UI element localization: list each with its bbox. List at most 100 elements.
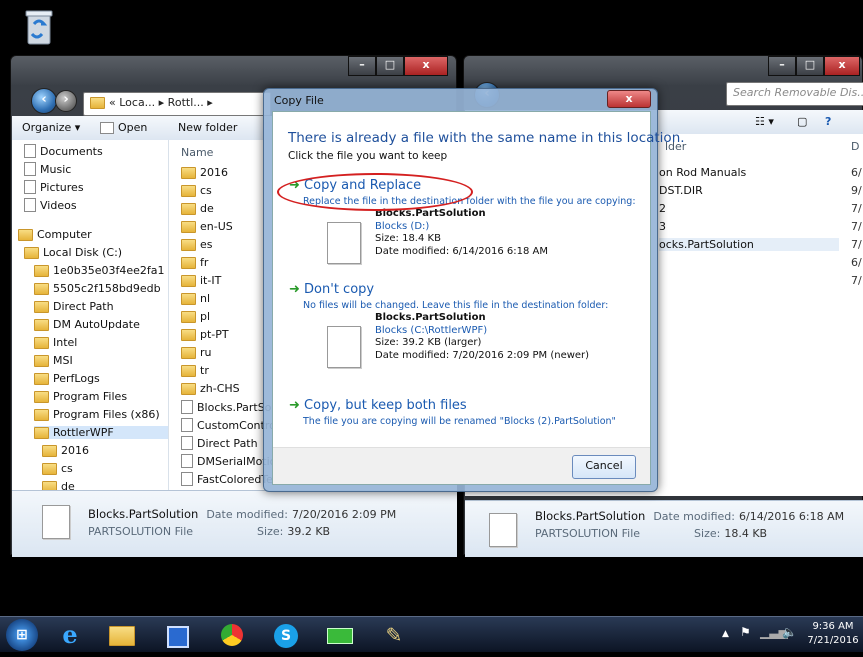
new-folder-button[interactable]: New folder: [178, 121, 237, 134]
nav-item[interactable]: cs: [42, 462, 73, 475]
list-item-label: ocks.PartSolution: [659, 238, 754, 251]
address-bar[interactable]: « Loca... ▸ Rottl... ▸: [83, 92, 271, 116]
help-icon[interactable]: ?: [825, 115, 831, 128]
list-item-label: tr: [200, 364, 209, 377]
nav-item-label: Pictures: [40, 180, 84, 194]
list-item[interactable]: es: [181, 238, 213, 251]
nav-item[interactable]: de: [42, 480, 75, 490]
list-item[interactable]: zh-CHS: [181, 382, 240, 395]
dont-copy-option[interactable]: ➜ Don't copy No files will be changed. L…: [289, 278, 639, 378]
list-item[interactable]: pt-PT: [181, 328, 229, 341]
list-item-label: DST.DIR: [659, 184, 703, 197]
close-button[interactable]: x: [824, 56, 860, 76]
back-button[interactable]: ‹: [31, 88, 57, 114]
keep-both-option[interactable]: ➜ Copy, but keep both files The file you…: [289, 394, 639, 434]
paint-icon[interactable]: ✎: [374, 621, 414, 649]
list-item[interactable]: FastColoredTe: [181, 472, 273, 486]
list-item[interactable]: ru: [181, 346, 212, 359]
chrome-icon[interactable]: [212, 621, 252, 649]
option2-modified: Date modified: 7/20/2016 2:09 PM (newer): [375, 349, 590, 361]
list-item[interactable]: DST.DIR: [659, 184, 703, 197]
cancel-button[interactable]: Cancel: [572, 455, 636, 479]
nav-item[interactable]: PerfLogs: [34, 372, 100, 385]
dialog-close-button[interactable]: x: [607, 90, 651, 108]
folder-icon: [34, 372, 49, 385]
organize-button[interactable]: Organize ▾: [22, 121, 80, 134]
list-item[interactable]: de: [181, 202, 214, 215]
action-center-icon[interactable]: ⚑: [740, 625, 751, 639]
nav-item[interactable]: Computer: [18, 228, 92, 241]
keep-both-title: Copy, but keep both files: [304, 398, 467, 413]
nav-item[interactable]: Music: [24, 162, 71, 176]
list-item[interactable]: en-US: [181, 220, 233, 233]
list-item[interactable]: ocks.PartSolution: [659, 238, 839, 251]
column-header-name[interactable]: Name: [181, 146, 213, 159]
maximize-button[interactable]: □: [376, 56, 404, 76]
list-item[interactable]: it-IT: [181, 274, 221, 287]
nav-item[interactable]: 5505c2f158bd9edb: [34, 282, 161, 295]
search-box[interactable]: Search Removable Dis...: [726, 82, 863, 106]
file-icon: [181, 418, 193, 432]
nav-item[interactable]: Videos: [24, 198, 77, 212]
close-button[interactable]: x: [404, 56, 448, 76]
dialog-app-icon[interactable]: [158, 621, 198, 649]
nav-item[interactable]: Intel: [34, 336, 77, 349]
details-file-type: PARTSOLUTION File: [88, 525, 194, 538]
window-controls: – □ x: [768, 56, 860, 76]
internet-explorer-icon[interactable]: e: [50, 621, 90, 649]
view-options-icon[interactable]: ☷ ▾: [755, 115, 774, 128]
option1-modified: Date modified: 6/14/2016 6:18 AM: [375, 245, 548, 257]
clock[interactable]: 9:36 AM 7/21/2016: [806, 620, 860, 648]
file-explorer-icon[interactable]: [102, 621, 142, 649]
file-icon: [181, 454, 193, 468]
date-cell: 7/: [851, 202, 862, 215]
list-item[interactable]: 2: [659, 202, 666, 215]
list-item[interactable]: Direct Path: [181, 436, 258, 450]
list-item[interactable]: pl: [181, 310, 210, 323]
minimize-button[interactable]: –: [348, 56, 376, 76]
nav-item[interactable]: Documents: [24, 144, 103, 158]
nav-item[interactable]: Local Disk (C:): [24, 246, 122, 259]
forward-button[interactable]: ›: [55, 90, 77, 112]
nav-item[interactable]: Pictures: [24, 180, 84, 194]
nav-item[interactable]: 1e0b35e03f4ee2fa1: [34, 264, 165, 277]
network-app-icon[interactable]: [320, 621, 360, 649]
list-item[interactable]: 2016: [181, 166, 228, 179]
list-item[interactable]: fr: [181, 256, 208, 269]
list-item[interactable]: tr: [181, 364, 209, 377]
start-button-icon[interactable]: ⊞: [6, 619, 38, 651]
folder-icon: [181, 238, 196, 251]
list-item-label: Direct Path: [197, 436, 258, 450]
volume-icon[interactable]: 🔈: [782, 625, 797, 639]
list-item-label: pt-PT: [200, 328, 229, 341]
show-hidden-icons-icon[interactable]: ▲: [722, 629, 729, 639]
folder-icon: [181, 256, 196, 269]
nav-item[interactable]: 2016: [42, 444, 89, 457]
nav-item[interactable]: Program Files (x86): [34, 408, 160, 421]
nav-item[interactable]: DM AutoUpdate: [34, 318, 140, 331]
details-modified-label: Date modified:: [653, 509, 735, 523]
minimize-button[interactable]: –: [768, 56, 796, 76]
column-header-date[interactable]: D: [851, 140, 859, 153]
folder-icon: [34, 426, 49, 439]
recycle-bin-icon[interactable]: [22, 8, 56, 48]
nav-item-label: Intel: [53, 336, 78, 349]
maximize-button[interactable]: □: [796, 56, 824, 76]
list-item-label: 2016: [200, 166, 228, 179]
nav-item[interactable]: Direct Path: [34, 300, 114, 313]
list-item[interactable]: CustomContro: [181, 418, 276, 432]
open-button[interactable]: Open: [100, 121, 147, 134]
nav-item[interactable]: RottlerWPF: [34, 426, 168, 439]
details-size-value: 18.4 KB: [724, 527, 768, 540]
skype-icon[interactable]: S: [266, 621, 306, 649]
list-item[interactable]: nl: [181, 292, 210, 305]
list-item[interactable]: on Rod Manuals: [659, 166, 746, 179]
preview-pane-icon[interactable]: ▢: [797, 115, 807, 128]
list-item[interactable]: cs: [181, 184, 212, 197]
list-item-label: ru: [200, 346, 212, 359]
nav-item[interactable]: MSI: [34, 354, 73, 367]
list-item[interactable]: 3: [659, 220, 666, 233]
folder-icon: [181, 328, 196, 341]
details-file-name: Blocks.PartSolution: [535, 509, 646, 523]
nav-item[interactable]: Program Files: [34, 390, 127, 403]
